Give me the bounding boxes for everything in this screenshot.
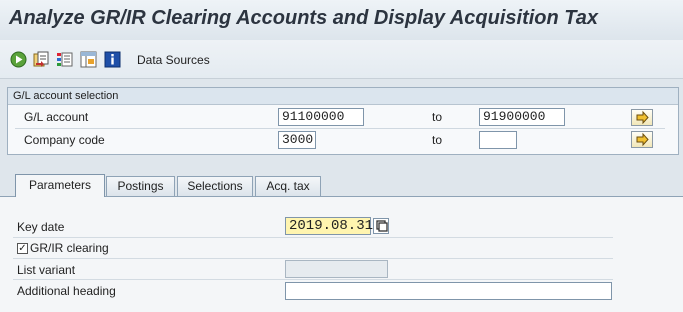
tab-postings[interactable]: Postings — [106, 176, 175, 196]
page-title: Analyze GR/IR Clearing Accounts and Disp… — [9, 7, 599, 29]
info-icon[interactable] — [104, 51, 121, 68]
tab-parameters[interactable]: Parameters — [15, 174, 105, 197]
row-divider — [15, 128, 665, 129]
calendar-button[interactable] — [373, 218, 389, 234]
gl-account-selection-group: G/L account selection G/L account 911000… — [7, 87, 679, 155]
tab-strip: Parameters Postings Selections Acq. tax — [0, 160, 683, 197]
data-sources-button[interactable]: Data Sources — [137, 53, 210, 67]
row-divider — [13, 258, 613, 259]
execute-icon[interactable] — [10, 51, 27, 68]
gl-account-multiple-selection-button[interactable] — [631, 109, 653, 126]
gl-account-to-label: to — [432, 110, 443, 124]
calendar-icon — [376, 220, 388, 232]
selection-options-icon[interactable] — [56, 51, 73, 68]
additional-heading-input[interactable] — [285, 282, 612, 300]
copy-variant-icon[interactable] — [33, 51, 50, 68]
arrow-right-icon — [636, 110, 649, 125]
key-date-input[interactable]: 2019.08.31 — [285, 217, 373, 235]
dynamic-selections-icon[interactable] — [80, 51, 97, 68]
company-code-multiple-selection-button[interactable] — [631, 131, 653, 148]
tab-selections[interactable]: Selections — [177, 176, 253, 196]
grir-clearing-checkbox[interactable]: ✓ — [17, 243, 28, 254]
company-code-label: Company code — [24, 133, 105, 147]
arrow-right-icon — [636, 132, 649, 147]
company-code-to-input[interactable] — [479, 131, 517, 149]
gl-account-to-input[interactable]: 91900000 — [479, 108, 565, 126]
key-date-label: Key date — [17, 220, 65, 234]
gl-account-label: G/L account — [24, 110, 89, 124]
tab-acq-tax[interactable]: Acq. tax — [255, 176, 321, 196]
tab-container: Parameters Postings Selections Acq. tax … — [0, 160, 683, 312]
list-variant-label: List variant — [17, 263, 76, 277]
additional-heading-label: Additional heading — [17, 284, 116, 298]
company-code-to-label: to — [432, 133, 443, 147]
company-code-from-input[interactable]: 3000 — [278, 131, 316, 149]
group-header: G/L account selection — [8, 88, 678, 105]
row-divider — [13, 237, 613, 238]
row-divider — [13, 279, 613, 280]
application-toolbar: Data Sources — [0, 40, 683, 79]
title-bar: Analyze GR/IR Clearing Accounts and Disp… — [0, 0, 683, 40]
list-variant-input — [285, 260, 388, 278]
gl-account-from-input[interactable]: 91100000 — [278, 108, 364, 126]
grir-clearing-label: GR/IR clearing — [30, 241, 109, 255]
